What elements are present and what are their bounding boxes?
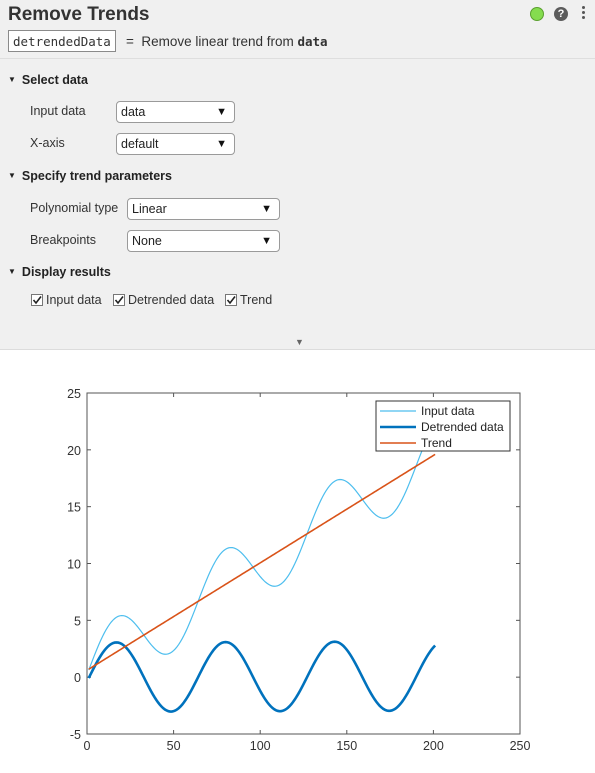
help-icon[interactable]: ? [554,7,568,21]
section-select-data[interactable]: ▼ Select data [8,73,88,87]
section-display-results[interactable]: ▼ Display results [8,265,111,279]
x-tick-label: 150 [336,739,357,753]
dropdown-value: default [121,137,159,151]
caret-down-icon: ▼ [8,75,16,84]
summary-text: Remove linear trend from [141,34,294,49]
dropdown-value: data [121,105,146,119]
caret-down-icon: ▼ [8,171,16,180]
section-title: Specify trend parameters [21,169,172,183]
more-options-icon[interactable] [582,6,586,21]
section-trend-parameters[interactable]: ▼ Specify trend parameters [8,169,172,183]
legend-label: Trend [421,436,452,450]
checkbox-label: Input data [46,293,102,307]
x-tick-label: 50 [167,739,181,753]
task-panel: Remove Trends ? detrendedData = Remove l… [0,0,595,350]
dropdown-arrow-icon: ▼ [261,203,272,215]
header-divider [0,58,595,59]
x-tick-label: 200 [423,739,444,753]
checkbox-checked-icon[interactable] [113,294,125,306]
y-tick-label: 20 [67,444,81,458]
dropdown-value: Linear [132,202,167,216]
y-tick-label: 0 [74,671,81,685]
checkbox-input-data[interactable]: Input data [31,293,102,307]
dropdown-arrow-icon: ▼ [261,235,272,247]
x-tick-label: 100 [250,739,271,753]
y-tick-label: 5 [74,614,81,628]
section-title: Select data [21,73,88,87]
input-data-label: Input data [30,104,86,118]
checkbox-detrended-data[interactable]: Detrended data [113,293,214,307]
task-summary: = Remove linear trend from data [126,34,328,49]
breakpoints-dropdown[interactable]: None ▼ [127,230,280,252]
polynomial-type-label: Polynomial type [30,201,119,215]
y-tick-label: 25 [67,387,81,401]
caret-down-icon: ▼ [8,267,16,276]
xaxis-label: X-axis [30,136,65,150]
breakpoints-label: Breakpoints [30,233,97,247]
checkbox-label: Detrended data [128,293,215,307]
legend-label: Input data [421,404,475,418]
y-tick-label: 10 [67,558,81,572]
checkbox-checked-icon[interactable] [225,294,237,306]
collapse-panel-icon[interactable]: ▼ [295,337,304,347]
detrend-plot: 0 50 100 150 200 250-50510152025 Input dataDe… [67,387,531,753]
summary-variable: data [297,34,328,49]
task-title: Remove Trends [8,4,150,25]
y-tick-label: -5 [70,728,81,742]
checkbox-checked-icon[interactable] [31,294,43,306]
dropdown-arrow-icon: ▼ [216,138,227,150]
checkbox-trend[interactable]: Trend [225,293,272,307]
equals-sign: = [126,34,134,49]
status-ok-icon [530,7,544,21]
section-title: Display results [21,265,111,279]
legend: Input data Detrended data Trend [375,400,511,452]
checkbox-label: Trend [240,293,273,307]
x-tick-label: 0 [84,739,91,753]
xaxis-dropdown[interactable]: default ▼ [116,133,235,155]
dropdown-value: None [132,234,162,248]
y-tick-label: 15 [67,501,81,515]
legend-label: Detrended data [421,420,504,434]
dropdown-arrow-icon: ▼ [216,106,227,118]
x-tick-label: 250 [510,739,531,753]
polynomial-type-dropdown[interactable]: Linear ▼ [127,198,280,220]
output-variable-field[interactable]: detrendedData [8,30,116,52]
input-data-dropdown[interactable]: data ▼ [116,101,235,123]
